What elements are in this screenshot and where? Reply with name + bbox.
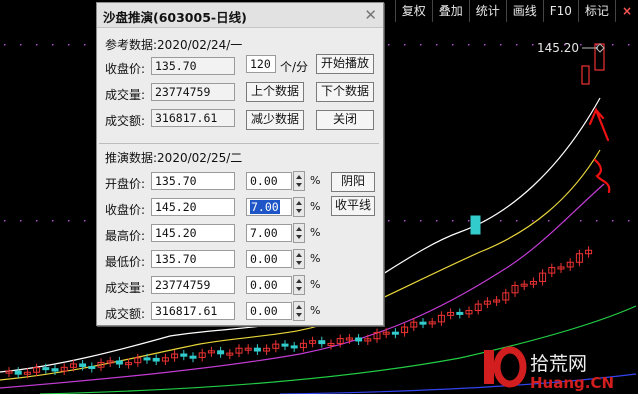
sim-amount-field[interactable]: 316817.61 bbox=[151, 302, 235, 320]
sim-low-field[interactable]: 135.70 bbox=[151, 250, 235, 268]
sim-open-field[interactable]: 135.70 bbox=[151, 172, 235, 190]
sim-volume-stepper[interactable] bbox=[293, 275, 305, 295]
close-button[interactable]: 关闭 bbox=[316, 110, 374, 130]
toolbar: 复权 叠加 统计 画线 F10 标记 × bbox=[394, 0, 638, 22]
candle bbox=[180, 353, 188, 357]
candle bbox=[419, 321, 427, 325]
candle bbox=[14, 370, 22, 375]
sim-low-stepper[interactable] bbox=[293, 249, 305, 269]
yin-yang-button[interactable]: 阴阳 bbox=[331, 172, 375, 192]
speed-unit: 个/分 bbox=[280, 60, 309, 74]
candle bbox=[281, 343, 289, 347]
close-icon[interactable]: × bbox=[614, 0, 638, 22]
toolbar-restore-rights[interactable]: 复权 bbox=[394, 0, 432, 22]
candle bbox=[143, 357, 151, 361]
candle bbox=[355, 337, 363, 342]
sim-amount-label: 成交额: bbox=[105, 307, 146, 321]
speed-input[interactable]: 120 bbox=[246, 55, 276, 73]
candle bbox=[189, 355, 197, 359]
sim-close-stepper[interactable] bbox=[293, 197, 305, 217]
watermark-logo: 拾荒网 Huang.CN bbox=[484, 346, 614, 392]
candle bbox=[456, 311, 464, 315]
candle bbox=[115, 360, 123, 365]
candle bbox=[152, 357, 160, 362]
sim-volume-label: 成交量: bbox=[105, 281, 146, 295]
ref-close-field: 135.70 bbox=[151, 57, 235, 75]
candle bbox=[88, 365, 96, 369]
ref-amount-field: 316817.61 bbox=[151, 109, 235, 127]
sim-open-pct[interactable]: 0.00 bbox=[246, 172, 292, 190]
candle bbox=[318, 340, 326, 345]
next-data-button[interactable]: 下个数据 bbox=[316, 82, 374, 102]
dialog-separator bbox=[99, 143, 379, 144]
reduce-data-button[interactable]: 减少数据 bbox=[246, 110, 304, 130]
sim-high-stepper[interactable] bbox=[293, 223, 305, 243]
sim-amount-stepper[interactable] bbox=[293, 301, 305, 321]
close-flat-button[interactable]: 收平线 bbox=[331, 196, 375, 216]
sim-volume-field[interactable]: 23774759 bbox=[151, 276, 235, 294]
toolbar-f10[interactable]: F10 bbox=[542, 0, 578, 22]
candle bbox=[51, 368, 59, 372]
sim-open-stepper[interactable] bbox=[293, 171, 305, 191]
pct-symbol: % bbox=[310, 226, 321, 239]
ref-volume-field: 23774759 bbox=[151, 83, 235, 101]
watermark-sub: Huang.CN bbox=[530, 374, 614, 392]
sim-close-pct-value: 7.00 bbox=[250, 200, 280, 214]
dialog-title: 沙盘推演(603005-日线) bbox=[103, 10, 247, 25]
pct-symbol: % bbox=[310, 252, 321, 265]
candle bbox=[79, 363, 87, 367]
sim-low-label: 最低价: bbox=[105, 255, 146, 269]
reference-header: 参考数据:2020/02/24/一 bbox=[105, 38, 243, 52]
sim-open-label: 开盘价: bbox=[105, 177, 146, 191]
top-price-label: 145.20 bbox=[537, 41, 579, 55]
sim-high-label: 最高价: bbox=[105, 229, 146, 243]
candle bbox=[253, 347, 261, 352]
toolbar-draw-line[interactable]: 画线 bbox=[505, 0, 543, 22]
ref-amount-label: 成交额: bbox=[105, 114, 146, 128]
pct-symbol: % bbox=[310, 304, 321, 317]
sim-close-field[interactable]: 145.20 bbox=[151, 198, 235, 216]
candle bbox=[217, 350, 225, 355]
sim-volume-pct[interactable]: 0.00 bbox=[246, 276, 292, 294]
dialog-titlebar[interactable]: 沙盘推演(603005-日线) ✕ bbox=[97, 3, 383, 28]
toolbar-overlay[interactable]: 叠加 bbox=[431, 0, 469, 22]
sim-high-pct[interactable]: 7.00 bbox=[246, 224, 292, 242]
watermark-text: 拾荒网 bbox=[530, 353, 587, 375]
pct-symbol: % bbox=[310, 278, 321, 291]
toolbar-mark[interactable]: 标记 bbox=[577, 0, 615, 22]
dialog-close-icon[interactable]: ✕ bbox=[364, 6, 377, 24]
ref-close-label: 收盘价: bbox=[105, 62, 146, 76]
pct-symbol: % bbox=[310, 200, 321, 213]
ref-volume-label: 成交量: bbox=[105, 88, 146, 102]
sim-close-pct[interactable]: 7.00 bbox=[246, 198, 292, 216]
start-playback-button[interactable]: 开始播放 bbox=[316, 54, 374, 74]
prev-data-button[interactable]: 上个数据 bbox=[246, 82, 304, 102]
pct-symbol: % bbox=[310, 174, 321, 187]
sandbox-dialog: 沙盘推演(603005-日线) ✕ 参考数据:2020/02/24/一 收盘价:… bbox=[96, 2, 384, 326]
toolbar-statistics[interactable]: 统计 bbox=[468, 0, 506, 22]
candle bbox=[42, 367, 50, 371]
sim-low-pct[interactable]: 0.00 bbox=[246, 250, 292, 268]
simulation-header: 推演数据:2020/02/25/二 bbox=[105, 151, 243, 165]
candle bbox=[391, 331, 399, 335]
candle bbox=[290, 345, 298, 349]
sim-close-label: 收盘价: bbox=[105, 203, 146, 217]
sim-high-field[interactable]: 145.20 bbox=[151, 224, 235, 242]
candle bbox=[470, 215, 481, 235]
sim-amount-pct[interactable]: 0.00 bbox=[246, 302, 292, 320]
